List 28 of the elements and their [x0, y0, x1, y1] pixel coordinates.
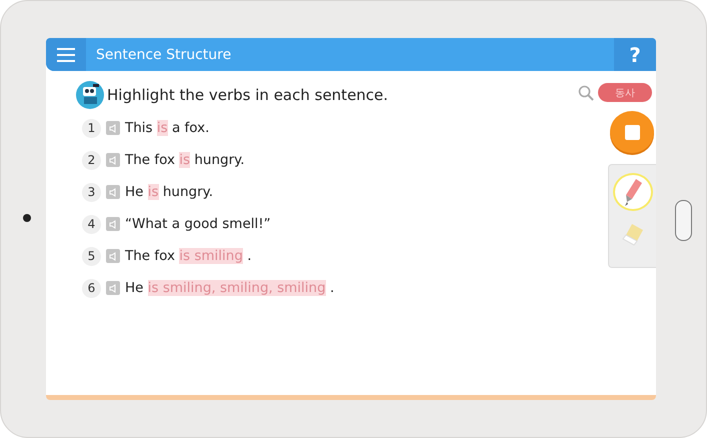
sentence-number: 5	[82, 246, 101, 266]
highlighter-tool[interactable]	[612, 173, 652, 211]
menu-button[interactable]	[46, 38, 86, 71]
camera-icon	[23, 214, 31, 222]
speaker-icon[interactable]	[106, 281, 120, 295]
robot-icon	[76, 81, 104, 109]
menu-icon	[57, 48, 75, 62]
screen-title: Sentence Structure	[95, 46, 232, 62]
speaker-icon[interactable]	[106, 217, 120, 231]
sentence-number: 6	[82, 278, 101, 298]
stop-icon	[624, 124, 640, 140]
speaker-icon[interactable]	[106, 153, 120, 167]
sentence-number: 4	[82, 214, 101, 234]
sentence-number: 3	[82, 182, 101, 202]
sentence-number: 1	[82, 118, 101, 138]
speaker-icon[interactable]	[106, 185, 120, 199]
sentence-text[interactable]: “What a good smell!”	[125, 216, 271, 232]
sentence-text[interactable]: He is hungry.	[125, 184, 213, 200]
search-icon[interactable]	[578, 84, 594, 100]
home-button[interactable]	[675, 200, 692, 241]
sentence-text[interactable]: This is a fox.	[125, 120, 210, 136]
speaker-icon[interactable]	[106, 249, 120, 263]
speaker-icon[interactable]	[106, 121, 120, 135]
sentence-number: 2	[82, 150, 101, 170]
instruction-text: Highlight the verbs in each sentence.	[107, 86, 388, 104]
eraser-icon	[620, 221, 646, 247]
sentence-text[interactable]: The fox is hungry.	[125, 152, 245, 168]
stop-button[interactable]	[610, 111, 654, 153]
